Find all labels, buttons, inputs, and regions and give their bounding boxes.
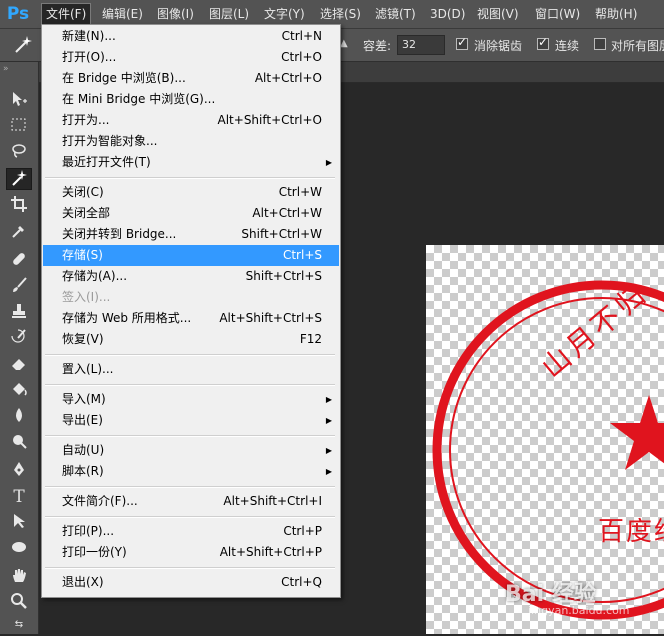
healing-brush-tool-icon[interactable] xyxy=(6,250,32,272)
zoom-tool-icon[interactable] xyxy=(6,592,32,614)
dodge-tool-icon[interactable] xyxy=(6,432,32,454)
menu-filter[interactable]: 滤镜(T) xyxy=(371,0,420,28)
shape-tool-icon[interactable] xyxy=(6,538,32,560)
tools-panel: » T ⇆ xyxy=(0,62,39,634)
eraser-tool-icon[interactable] xyxy=(6,354,32,376)
panel-grip-icon[interactable]: » xyxy=(3,64,8,74)
menu-item-close-all[interactable]: 关闭全部 Alt+Ctrl+W xyxy=(43,203,339,224)
file-menu-dropdown: 新建(N)... Ctrl+N 打开(O)... Ctrl+O 在 Bridge 中… xyxy=(41,24,341,598)
menu-separator xyxy=(45,354,335,356)
menu-item-automate[interactable]: 自动(U) ▶ xyxy=(43,440,339,461)
menu-item-place[interactable]: 置入(L)... xyxy=(43,359,339,380)
all-layers-label: 对所有图层 xyxy=(611,39,664,53)
contiguous-label: 连续 xyxy=(555,39,580,53)
hand-tool-icon[interactable] xyxy=(6,566,32,588)
menu-separator xyxy=(45,435,335,437)
tolerance-label: 容差: xyxy=(363,39,392,53)
pen-tool-icon[interactable] xyxy=(6,460,32,482)
marquee-tool-icon[interactable] xyxy=(6,116,32,138)
path-selection-tool-icon[interactable] xyxy=(6,512,32,534)
history-brush-tool-icon[interactable] xyxy=(6,328,32,350)
menu-help[interactable]: 帮助(H) xyxy=(591,0,641,28)
menu-item-import[interactable]: 导入(M) ▶ xyxy=(43,389,339,410)
antialias-checkbox[interactable] xyxy=(456,35,468,50)
stamp-bottom-text: 百度经 xyxy=(598,517,664,547)
swap-colors-icon[interactable]: ⇆ xyxy=(6,614,32,636)
menu-item-close[interactable]: 关闭(C) Ctrl+W xyxy=(43,182,339,203)
menu-3d[interactable]: 3D(D) xyxy=(426,0,469,28)
menu-separator xyxy=(45,177,335,179)
menu-separator xyxy=(45,516,335,518)
menu-separator xyxy=(45,486,335,488)
menu-item-file-info[interactable]: 文件简介(F)... Alt+Shift+Ctrl+I xyxy=(43,491,339,512)
submenu-arrow-icon: ▶ xyxy=(325,395,332,404)
menu-view[interactable]: 视图(V) xyxy=(473,0,523,28)
antialias-label: 消除锯齿 xyxy=(474,39,523,53)
menu-item-scripts[interactable]: 脚本(R) ▶ xyxy=(43,461,339,482)
paint-bucket-tool-icon[interactable] xyxy=(6,380,32,402)
brush-tool-icon[interactable] xyxy=(6,276,32,298)
menu-window[interactable]: 窗口(W) xyxy=(531,0,584,28)
menu-item-export[interactable]: 导出(E) ▶ xyxy=(43,410,339,431)
menu-item-exit[interactable]: 退出(X) Ctrl+Q xyxy=(43,572,339,593)
menu-item-open-as[interactable]: 打开为... Alt+Shift+Ctrl+O xyxy=(43,110,339,131)
menu-item-open[interactable]: 打开(O)... Ctrl+O xyxy=(43,47,339,68)
crop-tool-icon[interactable] xyxy=(6,195,32,217)
menu-separator xyxy=(45,384,335,386)
all-layers-checkbox[interactable] xyxy=(594,38,606,50)
menu-item-browse-mini-bridge[interactable]: 在 Mini Bridge 中浏览(G)... xyxy=(43,89,339,110)
submenu-arrow-icon: ▶ xyxy=(325,467,332,476)
menu-item-browse-bridge[interactable]: 在 Bridge 中浏览(B)... Alt+Ctrl+O xyxy=(43,68,339,89)
type-tool-icon[interactable]: T xyxy=(6,486,32,508)
menu-item-save-for-web[interactable]: 存储为 Web 所用格式... Alt+Shift+Ctrl+S xyxy=(43,308,339,329)
submenu-arrow-icon: ▶ xyxy=(325,416,332,425)
menu-item-open-smart-object[interactable]: 打开为智能对象... xyxy=(43,131,339,152)
menu-item-check-in: 签入(I)... xyxy=(62,290,111,304)
menu-separator xyxy=(45,567,335,569)
magic-wand-tool-icon[interactable] xyxy=(6,168,32,190)
contiguous-checkbox[interactable] xyxy=(537,35,549,50)
chevron-down-icon[interactable]: ▲ xyxy=(340,38,348,49)
move-tool-icon[interactable] xyxy=(6,90,32,112)
menu-item-new[interactable]: 新建(N)... Ctrl+N xyxy=(43,26,339,47)
tolerance-input[interactable]: 32 xyxy=(397,35,445,55)
menu-item-print-one-copy[interactable]: 打印一份(Y) Alt+Shift+Ctrl+P xyxy=(43,542,339,563)
menu-item-print[interactable]: 打印(P)... Ctrl+P xyxy=(43,521,339,542)
magic-wand-preset-icon[interactable] xyxy=(12,34,34,56)
menu-file[interactable]: 文件(F) xyxy=(40,3,92,25)
stamp-tool-icon[interactable] xyxy=(6,302,32,324)
submenu-arrow-icon: ▶ xyxy=(325,158,332,167)
baidu-watermark-url: jingyan.baidu.com xyxy=(528,604,630,617)
blur-tool-icon[interactable] xyxy=(6,406,32,428)
menu-item-save[interactable]: 存储(S) Ctrl+S xyxy=(43,245,339,266)
menu-item-close-go-bridge[interactable]: 关闭并转到 Bridge... Shift+Ctrl+W xyxy=(43,224,339,245)
photoshop-logo: Ps xyxy=(6,4,30,24)
menu-item-recent-files[interactable]: 最近打开文件(T) ▶ xyxy=(43,152,339,173)
menu-item-save-as[interactable]: 存储为(A)... Shift+Ctrl+S xyxy=(43,266,339,287)
lasso-tool-icon[interactable] xyxy=(6,142,32,164)
eyedropper-tool-icon[interactable] xyxy=(6,222,32,244)
submenu-arrow-icon: ▶ xyxy=(325,446,332,455)
menu-item-revert[interactable]: 恢复(V) F12 xyxy=(43,329,339,350)
